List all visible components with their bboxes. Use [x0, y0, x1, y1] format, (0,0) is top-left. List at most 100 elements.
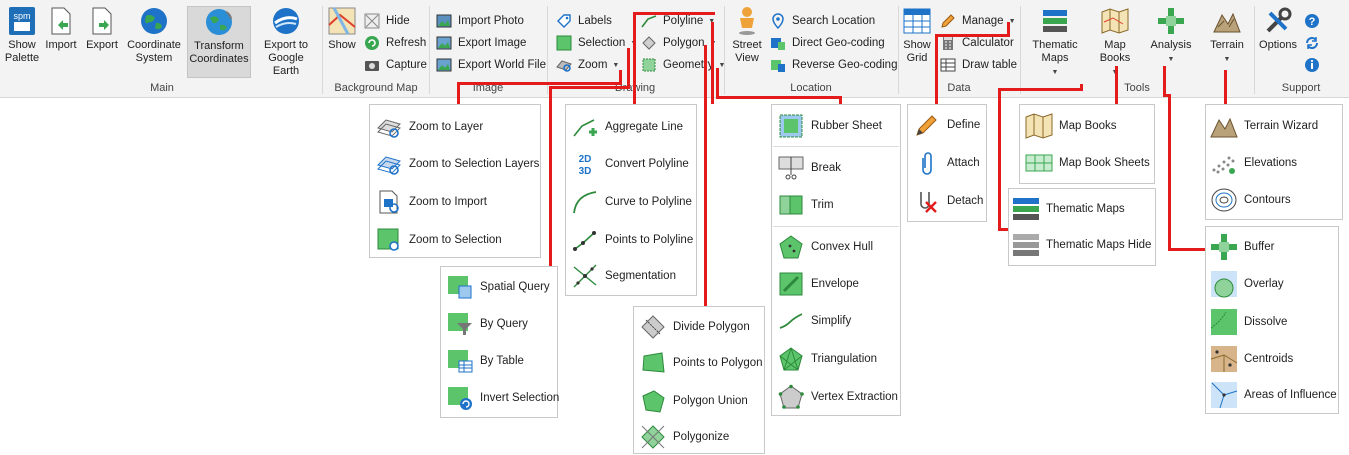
search-location-label: Search Location [792, 15, 876, 27]
menu-item-label: Points to Polyline [605, 234, 694, 246]
hide-button[interactable]: Hide [364, 12, 410, 30]
curve-icon [571, 188, 599, 216]
reverse-geocoding-button[interactable]: Reverse Geo-coding [770, 56, 897, 74]
refresh-button[interactable]: Refresh [364, 34, 426, 52]
menu-item-label: Centroids [1244, 353, 1294, 365]
menu-item-points-to-polygon[interactable]: Points to Polygon [639, 349, 763, 377]
menu-item-overlay[interactable]: Overlay [1210, 270, 1284, 298]
menu-item-map-book-sheets[interactable]: Map Book Sheets [1025, 149, 1150, 177]
menu-item-label: Convert Polyline [605, 158, 689, 170]
pegman-icon [732, 6, 762, 36]
menu-item-vertex-extraction[interactable]: Vertex Extraction [777, 383, 898, 411]
menu-item-zoom-to-selection-layers[interactable]: Zoom to Selection Layers [375, 150, 539, 178]
street-view-button[interactable]: Street View [729, 6, 765, 65]
menu-item-areas-of-influence[interactable]: Areas of Influence [1210, 381, 1337, 409]
menu-item-invert-selection[interactable]: Invert Selection [446, 384, 559, 412]
menu-item-trim[interactable]: Trim [777, 191, 834, 219]
draw-table-button[interactable]: Draw table [940, 56, 1017, 74]
photo-import-icon [436, 13, 452, 29]
capture-button[interactable]: Capture [364, 56, 427, 74]
menu-item-dissolve[interactable]: Dissolve [1210, 308, 1287, 336]
menu-item-map-books[interactable]: Map Books [1025, 112, 1117, 140]
menu-item-label: Attach [947, 157, 980, 169]
labels-button[interactable]: Labels [556, 12, 612, 30]
show-background-map-button[interactable]: Show [326, 6, 358, 52]
zoom-button[interactable]: Zoom ▼ [556, 56, 619, 74]
show-palette-button[interactable]: spm Show Palette [4, 6, 40, 65]
menu-item-contours[interactable]: Contours [1210, 186, 1291, 214]
thematic-maps-label: Thematic Maps [1032, 39, 1078, 64]
transform-coordinates-button[interactable]: Transform Coordinates [187, 6, 251, 78]
menu-item-polygonize[interactable]: Polygonize [639, 423, 729, 451]
analysis-button[interactable]: Analysis ▼ [1146, 6, 1196, 66]
menu-item-zoom-to-layer[interactable]: Zoom to Layer [375, 113, 483, 141]
help-button[interactable]: ? [1304, 12, 1326, 30]
menu-item-break[interactable]: Break [777, 154, 841, 182]
svg-text:3D: 3D [579, 166, 592, 177]
menu-item-attach[interactable]: Attach [913, 149, 980, 177]
chevron-down-icon: ▼ [1167, 56, 1175, 63]
menu-item-by-table[interactable]: By Table [446, 347, 524, 375]
menu-item-simplify[interactable]: Simplify [777, 307, 851, 335]
menu-item-points-to-polyline[interactable]: Points to Polyline [571, 226, 693, 254]
terrain-icon [1212, 6, 1242, 36]
thematic-maps-button[interactable]: Thematic Maps ▼ [1026, 6, 1084, 79]
menu-item-buffer[interactable]: Buffer [1210, 233, 1274, 261]
menu-item-by-query[interactable]: By Query [446, 310, 528, 338]
terrain-button[interactable]: Terrain ▼ [1206, 6, 1248, 66]
map-books-label: Map Books [1099, 39, 1131, 64]
thematic-maps-hide-icon [1012, 231, 1040, 259]
table-query-icon [446, 347, 474, 375]
divide-polygon-icon [639, 313, 667, 341]
search-location-button[interactable]: Search Location [770, 12, 875, 30]
connector-line [457, 82, 460, 104]
connector-line [633, 12, 715, 15]
menu-item-label: Map Book Sheets [1059, 157, 1150, 169]
hide-label: Hide [386, 15, 410, 27]
options-button[interactable]: Options [1258, 6, 1298, 52]
menu-item-rubber-sheet[interactable]: Rubber Sheet [777, 112, 882, 140]
menu-item-label: Triangulation [811, 353, 878, 365]
menu-item-thematic-maps[interactable]: Thematic Maps [1012, 195, 1125, 223]
update-button[interactable] [1304, 34, 1326, 52]
menu-item-label: Overlay [1244, 278, 1284, 290]
spm-logo-icon: spm [7, 6, 37, 36]
menu-item-detach[interactable]: Detach [913, 187, 983, 215]
menu-item-terrain-wizard[interactable]: Terrain Wizard [1210, 112, 1318, 140]
import-button[interactable]: Import [44, 6, 78, 52]
coordinate-system-button[interactable]: Coordinate System [124, 6, 184, 65]
transform-globe-icon [204, 7, 234, 37]
menu-item-polygon-union[interactable]: Polygon Union [639, 387, 748, 415]
menu-item-zoom-to-selection[interactable]: Zoom to Selection [375, 226, 502, 254]
manage-button[interactable]: Manage ▼ [940, 12, 1016, 30]
polygon-icon [641, 35, 657, 51]
export-world-file-button[interactable]: Export World File [436, 56, 546, 74]
menu-item-segmentation[interactable]: Segmentation [571, 262, 676, 290]
menu-item-convert-polyline[interactable]: 2D 3D Convert Polyline [571, 150, 689, 178]
export-image-button[interactable]: Export Image [436, 34, 526, 52]
menu-item-label: By Table [480, 355, 524, 367]
menu-item-triangulation[interactable]: Triangulation [777, 345, 877, 373]
google-earth-icon [271, 6, 301, 36]
menu-item-envelope[interactable]: Envelope [777, 270, 859, 298]
show-grid-button[interactable]: Show Grid [901, 6, 933, 65]
direct-geocoding-button[interactable]: Direct Geo-coding [770, 34, 885, 52]
menu-item-zoom-to-import[interactable]: Zoom to Import [375, 188, 487, 216]
group-separator [1254, 6, 1255, 94]
refresh-label: Refresh [386, 37, 427, 49]
menu-item-curve-to-polyline[interactable]: Curve to Polyline [571, 188, 692, 216]
menu-item-aggregate-line[interactable]: Aggregate Line [571, 113, 683, 141]
menu-item-define[interactable]: Define [913, 111, 980, 139]
paperclip-icon [913, 149, 941, 177]
about-button[interactable] [1304, 56, 1326, 74]
menu-item-thematic-maps-hide[interactable]: Thematic Maps Hide [1012, 231, 1151, 259]
export-google-earth-button[interactable]: Export to Google Earth [254, 6, 318, 78]
import-photo-button[interactable]: Import Photo [436, 12, 524, 30]
menu-item-convex-hull[interactable]: Convex Hull [777, 233, 873, 261]
menu-item-elevations[interactable]: Elevations [1210, 149, 1297, 177]
menu-item-divide-polygon[interactable]: Divide Polygon [639, 313, 750, 341]
menu-item-centroids[interactable]: Centroids [1210, 345, 1293, 373]
export-button[interactable]: Export [84, 6, 120, 52]
menu-item-spatial-query[interactable]: Spatial Query [446, 273, 550, 301]
selection-button[interactable]: Selection ▼ [556, 34, 637, 52]
